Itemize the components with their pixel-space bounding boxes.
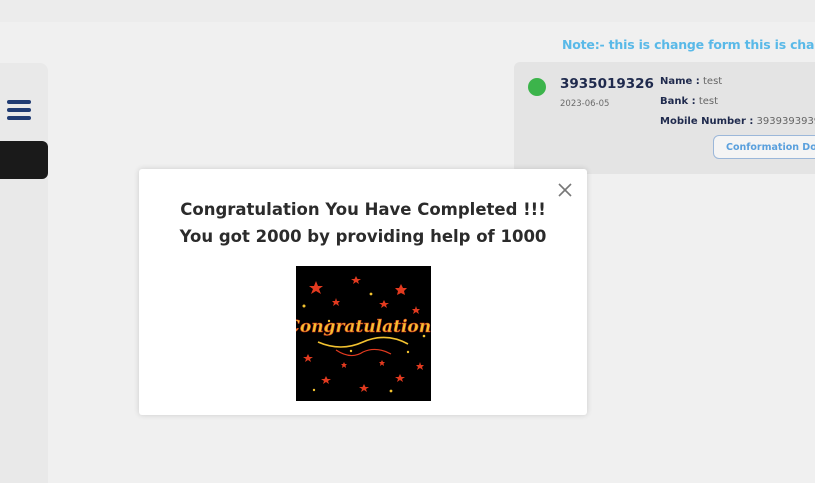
bank-value: test bbox=[698, 96, 719, 107]
name-label: Name : bbox=[660, 76, 700, 87]
congratulations-image-text: Congratulations bbox=[296, 317, 431, 337]
transaction-date: 2023-06-05 bbox=[560, 99, 610, 109]
sidebar bbox=[0, 63, 48, 483]
mobile-value: 3939393939 bbox=[756, 116, 815, 127]
bank-label: Bank : bbox=[660, 96, 696, 107]
modal-subtitle: You got 2000 by providing help of 1000 bbox=[179, 227, 547, 246]
bank-field: Bank : test bbox=[660, 96, 718, 107]
marquee-note: Note:- this is change form this is chang bbox=[562, 37, 815, 52]
name-value: test bbox=[703, 76, 723, 87]
transaction-id: 3935019326 bbox=[560, 76, 654, 92]
confirmation-button[interactable]: Conformation Don bbox=[713, 135, 815, 159]
mobile-field: Mobile Number : 3939393939 bbox=[660, 116, 815, 127]
mobile-label: Mobile Number : bbox=[660, 116, 754, 127]
congratulations-image: Congratulations bbox=[296, 266, 431, 401]
menu-icon[interactable] bbox=[7, 100, 31, 120]
top-bar bbox=[0, 0, 815, 22]
close-icon[interactable] bbox=[556, 181, 574, 199]
name-field: Name : test bbox=[660, 76, 722, 87]
sidebar-active-item[interactable] bbox=[0, 141, 48, 179]
status-indicator bbox=[528, 78, 546, 96]
modal-title: Congratulation You Have Completed !!! bbox=[180, 200, 546, 219]
